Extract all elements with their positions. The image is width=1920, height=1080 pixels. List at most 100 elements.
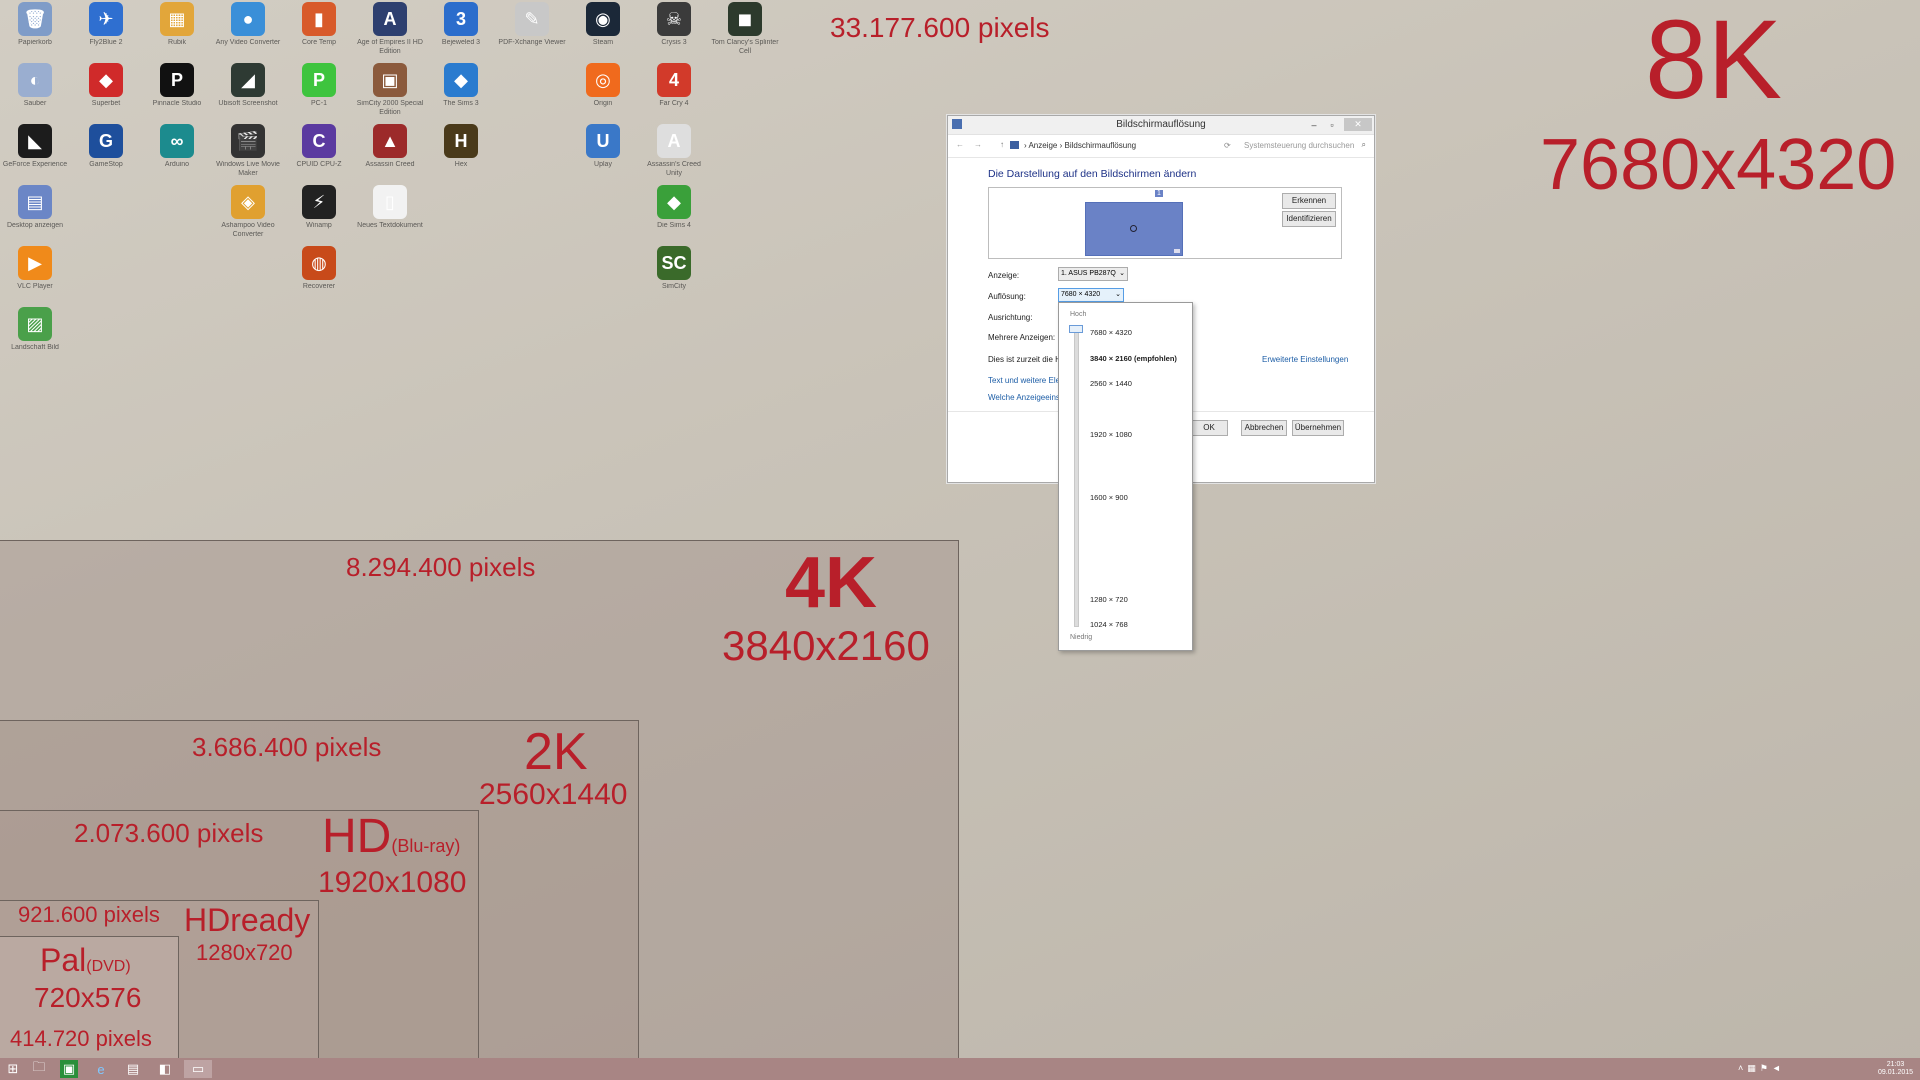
desktop-icon[interactable]: SC SimCity [639,246,709,291]
tray-chevron-icon[interactable]: ˄ [1738,1063,1747,1073]
desktop-icon[interactable]: 🗑 Papierkorb [0,2,70,47]
desktop-icon[interactable]: P Pinnacle Studio [142,63,212,108]
desktop-icon[interactable]: ▦ Rubik [142,2,212,47]
monitor-preview-area: 1 Erkennen Identifizieren [988,187,1342,259]
resolution-option[interactable]: 1280 × 720 [1090,595,1128,604]
desktop-icon[interactable]: ✎ PDF-Xchange Viewer [497,2,567,47]
desktop-icon[interactable]: G GameStop [71,124,141,169]
which-settings-link[interactable]: Welche Anzeigeeinst [988,393,1062,402]
app-icon: U [586,124,620,158]
current-display-text: Dies ist zurzeit die Ha [988,355,1066,364]
resolution-option[interactable]: 1600 × 900 [1090,493,1128,502]
desktop-icon[interactable]: ▨ Landschaft Bild [0,307,70,352]
refresh-icon[interactable]: ⟳ [1224,141,1231,150]
ok-button[interactable]: OK [1190,420,1228,436]
display-select[interactable]: 1. ASUS PB287Q ⌄ [1058,267,1128,281]
app-icon: ◆ [657,185,691,219]
desktop-icon[interactable]: ◢ Ubisoft Screenshot [213,63,283,108]
store-icon[interactable]: ▣ [60,1060,78,1078]
desktop-icon[interactable]: ☠ Crysis 3 [639,2,709,47]
desktop-icon[interactable]: 4 Far Cry 4 [639,63,709,108]
desktop-icon-label: SimCity [661,283,687,290]
desktop-icon[interactable]: ▯ Neues Textdokument [355,185,425,230]
desktop-icon[interactable]: ◍ Recoverer [284,246,354,291]
desktop-icon[interactable]: ▲ Assassin Creed [355,124,425,169]
app-icon: C [302,124,336,158]
resolution-option[interactable]: 3840 × 2160 (empfohlen) [1090,354,1177,363]
desktop-icon-label: Assassin's Creed Unity [647,161,701,177]
tray-network-icon[interactable]: ▦ [1747,1063,1760,1073]
desktop-icon[interactable]: ▤ Desktop anzeigen [0,185,70,230]
start-button[interactable]: ⊞ [0,1060,26,1078]
forward-icon[interactable]: → [974,140,982,149]
internet-explorer-icon[interactable]: e [88,1060,114,1078]
desktop-icon[interactable]: ◆ Die Sims 4 [639,185,709,230]
breadcrumb-anzeige[interactable]: Anzeige [1028,141,1057,150]
res-2k: 2560x1440 [479,778,628,811]
desktop-icon[interactable]: ◆ The Sims 3 [426,63,496,108]
desktop-icon[interactable]: ◎ Origin [568,63,638,108]
control-panel-icon[interactable]: ▤ [120,1060,146,1078]
tray-flag-icon[interactable]: ⚑ [1760,1063,1772,1073]
desktop-icon[interactable]: H Hex [426,124,496,169]
app-icon: ◉ [586,2,620,36]
search-input[interactable]: Systemsteuerung durchsuchen [1244,141,1354,150]
resolution-option[interactable]: 1024 × 768 [1090,620,1128,629]
desktop-icon-label: Age of Empires II HD Edition [357,39,423,55]
detect-button[interactable]: Erkennen [1282,193,1336,209]
label-8k: 8K [1645,0,1782,122]
remote-desktop-icon[interactable]: ◧ [152,1060,178,1078]
desktop-icon[interactable]: U Uplay [568,124,638,169]
app-icon: ⚡ [302,185,336,219]
identify-button[interactable]: Identifizieren [1282,211,1336,227]
display-settings-icon[interactable]: ▭ [184,1060,212,1078]
clock[interactable]: 21:03 09.01.2015 [1878,1061,1913,1077]
desktop-icon-label: PC-1 [311,100,327,107]
desktop-icon[interactable]: ▶ VLC Player [0,246,70,291]
desktop-icon-label: Hex [454,161,468,168]
cancel-button[interactable]: Abbrechen [1241,420,1287,436]
breadcrumb-resolution[interactable]: Bildschirmauflösung [1065,141,1137,150]
desktop-icon[interactable]: ◈ Ashampoo Video Converter [213,185,283,239]
apply-button[interactable]: Übernehmen [1292,420,1344,436]
desktop-icon[interactable]: ◼ Tom Clancy's Splinter Cell [710,2,780,56]
file-explorer-icon[interactable]: 🗀 [26,1059,52,1078]
desktop-icon[interactable]: P PC-1 [284,63,354,108]
advanced-settings-link[interactable]: Erweiterte Einstellungen [1262,355,1348,364]
back-icon[interactable]: ← [956,140,964,149]
desktop-icon[interactable]: 🎬 Windows Live Movie Maker [213,124,283,178]
maximize-button[interactable]: ▫ [1324,116,1340,134]
desktop-icon[interactable]: ◣ GeForce Experience [0,124,70,169]
app-icon: ✈ [89,2,123,36]
desktop-icon[interactable]: ⚡ Winamp [284,185,354,230]
resolution-select[interactable]: 7680 × 4320 ⌄ [1058,288,1124,302]
desktop-icon-label: Sauber [23,100,47,107]
up-icon[interactable]: ↑ [1000,140,1004,149]
desktop-icon[interactable]: A Age of Empires II HD Edition [355,2,425,56]
resolution-option[interactable]: 1920 × 1080 [1090,430,1132,439]
desktop-icon[interactable]: ▣ SimCity 2000 Special Edition [355,63,425,117]
text-elements-link[interactable]: Text und weitere Elem [988,376,1067,385]
desktop-icon[interactable]: A Assassin's Creed Unity [639,124,709,178]
app-icon: ▲ [373,124,407,158]
tray-volume-icon[interactable]: ◄ [1772,1063,1785,1073]
desktop-icon[interactable]: 3 Bejeweled 3 [426,2,496,47]
search-icon[interactable]: ⌕ [1362,140,1366,150]
desktop-icon[interactable]: ▮ Core Temp [284,2,354,47]
desktop-icon[interactable]: ∞ Arduino [142,124,212,169]
monitor-preview[interactable] [1085,202,1183,256]
resolution-slider-track[interactable] [1074,325,1079,627]
desktop-icon[interactable]: ◆ Superbet [71,63,141,108]
desktop-icon[interactable]: C CPUID CPU-Z [284,124,354,169]
desktop-icon[interactable]: ● Any Video Converter [213,2,283,47]
app-icon: 🗑 [18,2,52,36]
desktop-icon[interactable]: ◐ Sauber [0,63,70,108]
minimize-button[interactable]: – [1306,116,1322,134]
desktop-icon[interactable]: ✈ Fly2Blue 2 [71,2,141,47]
close-button[interactable]: ✕ [1344,118,1372,131]
resolution-option[interactable]: 7680 × 4320 [1090,328,1132,337]
desktop-icon[interactable]: ◉ Steam [568,2,638,47]
window-icon [952,119,962,129]
resolution-option[interactable]: 2560 × 1440 [1090,379,1132,388]
resolution-slider-thumb[interactable] [1069,325,1083,333]
